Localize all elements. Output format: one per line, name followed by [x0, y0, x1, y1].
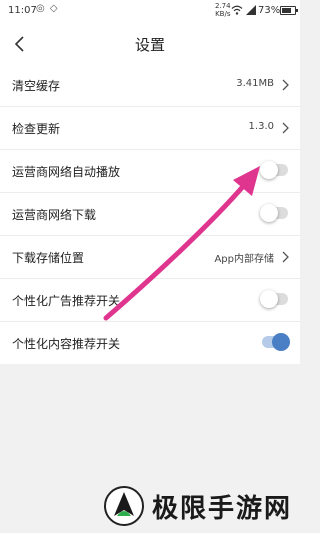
- toggle-knob: [260, 290, 278, 308]
- chevron-right-icon: [282, 79, 289, 91]
- row-check-update[interactable]: 检查更新 1.3.0: [0, 107, 300, 150]
- carrier-autoplay-label: 运营商网络自动播放: [12, 165, 121, 179]
- site-logo: [104, 486, 144, 526]
- chevron-right-icon: [282, 122, 289, 134]
- cellular-signal-icon: [246, 5, 256, 15]
- network-speed: 2.74 KB/s: [215, 2, 231, 18]
- settings-list: 清空缓存 3.41MB 检查更新 1.3.0 运营商网络自动播放 运营商网络下载…: [0, 64, 300, 364]
- page-title: 设置: [134, 36, 165, 54]
- status-time: 11:07: [8, 5, 37, 16]
- personalized-ads-toggle[interactable]: [260, 290, 288, 308]
- nav-header: 设置: [0, 24, 300, 65]
- carrier-download-toggle[interactable]: [260, 204, 288, 222]
- network-speed-value: 2.74: [215, 2, 231, 10]
- wifi-icon: [231, 5, 243, 15]
- site-watermark: 极限手游网: [100, 482, 300, 530]
- toggle-knob: [260, 204, 278, 222]
- carrier-download-label: 运营商网络下载: [12, 208, 97, 222]
- battery-percent: 73%: [258, 5, 281, 16]
- personalized-content-label: 个性化内容推荐开关: [12, 337, 121, 351]
- download-location-label: 下载存储位置: [12, 251, 85, 265]
- row-clear-cache[interactable]: 清空缓存 3.41MB: [0, 64, 300, 107]
- row-download-location[interactable]: 下载存储位置 App内部存储: [0, 236, 300, 279]
- toggle-knob: [260, 161, 278, 179]
- version-value: 1.3.0: [248, 121, 274, 132]
- status-bar: 11:07 ◎ ◇ 2.74 KB/s 73%: [0, 0, 300, 24]
- row-carrier-download: 运营商网络下载: [0, 193, 300, 236]
- carrier-autoplay-toggle[interactable]: [260, 161, 288, 179]
- check-update-label: 检查更新: [12, 122, 61, 136]
- row-personalized-ads: 个性化广告推荐开关: [0, 279, 300, 322]
- cache-size-value: 3.41MB: [236, 78, 274, 89]
- row-personalized-content: 个性化内容推荐开关: [0, 322, 300, 364]
- network-speed-unit: KB/s: [215, 10, 231, 18]
- watermark-text: 极限手游网: [152, 494, 293, 524]
- row-carrier-autoplay: 运营商网络自动播放: [0, 150, 300, 193]
- personalized-ads-label: 个性化广告推荐开关: [12, 294, 121, 308]
- battery-icon: [280, 6, 298, 15]
- battery-fill: [282, 8, 291, 13]
- clear-cache-label: 清空缓存: [12, 79, 61, 93]
- personalized-content-toggle[interactable]: [262, 333, 290, 351]
- download-location-value: App内部存储: [214, 254, 274, 265]
- notification-icons: ◎ ◇: [36, 3, 59, 14]
- chevron-right-icon: [282, 251, 289, 263]
- toggle-knob: [272, 333, 290, 351]
